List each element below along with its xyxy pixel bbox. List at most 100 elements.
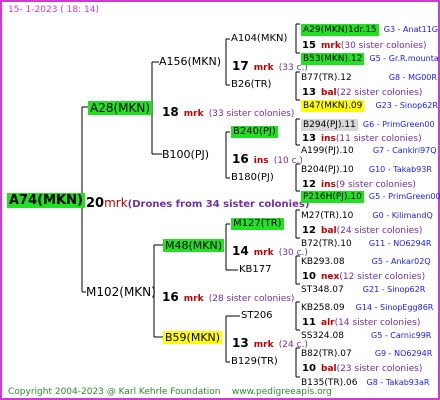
gen4-row-15: B135(TR).06 G8 - Takab93aR bbox=[301, 378, 430, 388]
gen4-queen-0[interactable]: A29(MKN)1dr.15 bbox=[301, 24, 379, 36]
gen4-gpn-4: G6 bbox=[362, 120, 375, 129]
gen4-queen-13[interactable]: SS324.08 bbox=[301, 331, 344, 341]
gen4-row-9: B72(TR).10 G11 - NO6294R bbox=[301, 239, 432, 249]
gen4-queen-14[interactable]: B82(TR).07 bbox=[301, 349, 352, 359]
gen4-row-12: KB258.09 G14 - SinopEgg86R bbox=[301, 303, 434, 313]
gen4-row-2: B77(TR).12 G8 - MG00R bbox=[301, 73, 437, 83]
gen3-queen-7[interactable]: B129(TR) bbox=[231, 357, 278, 367]
gen1-info-0: 18 mrk (33 sister colonies) bbox=[162, 103, 294, 119]
gen4-gname-15: Takab93aR bbox=[385, 378, 430, 387]
gen3-queen-2[interactable]: B240(PJ) bbox=[231, 126, 278, 138]
gen3-queen-4[interactable]: M127(TR) bbox=[231, 218, 284, 230]
gen4-gpn-5: G7 bbox=[372, 146, 385, 155]
gen1-count-1: 16 bbox=[162, 290, 179, 304]
gen1-abbr-0: mrk bbox=[183, 109, 204, 119]
gen1-note-0: (33 sister colonies) bbox=[208, 109, 295, 119]
gen4-gname-0: Anat11G bbox=[403, 25, 439, 34]
gen2-info-2: 14 mrk (30 c.) bbox=[232, 242, 308, 258]
gen1-info-1: 16 mrk (28 sister colonies) bbox=[162, 288, 294, 304]
gen2-abbr-3: mrk bbox=[253, 340, 274, 350]
gen4-gpn-8: G0 bbox=[372, 211, 384, 220]
gen4-gname-10: Ankar02Q bbox=[390, 257, 431, 266]
gen2-abbr-0: mrk bbox=[253, 63, 274, 73]
gen1-abbr-1: mrk bbox=[183, 294, 204, 304]
gen4-queen-9[interactable]: B72(TR).10 bbox=[301, 239, 352, 249]
gen4-row-0: A29(MKN)1dr.15 G3 - Anat11G bbox=[301, 24, 439, 36]
gen4-row-14: B82(TR).07 G9 - NO6294R bbox=[301, 349, 433, 359]
gen2-info-0: 17 mrk (33 c.) bbox=[232, 57, 308, 73]
gen4-gpn-0: G3 bbox=[383, 25, 396, 34]
gen4-queen-2[interactable]: B77(TR).12 bbox=[301, 73, 352, 83]
gen3-queen-5[interactable]: KB177 bbox=[239, 265, 272, 275]
gen4-gpn-13: G5 bbox=[371, 331, 383, 340]
gen2-count-1: 16 bbox=[232, 152, 249, 166]
gen4-gpn-10: G5 bbox=[371, 257, 383, 266]
gen4-gpn-15: G8 bbox=[366, 378, 378, 387]
site-link[interactable]: www.pedigreeapis.org bbox=[232, 387, 332, 397]
gen2-abbr-1: ins bbox=[253, 156, 269, 166]
gen4-queen-1[interactable]: B53(MKN).12 bbox=[301, 53, 365, 65]
gen2-count-3: 13 bbox=[232, 336, 249, 350]
gen4-gpn-14: G9 bbox=[374, 349, 387, 358]
gen4-queen-5[interactable]: A199(PJ).10 bbox=[301, 146, 354, 156]
gen2-note-1: (10 c.) bbox=[273, 156, 303, 166]
gen3-queen-6[interactable]: ST206 bbox=[241, 311, 273, 321]
gen4-row-10: KB293.08 G5 - Ankar02Q bbox=[301, 257, 431, 267]
gen4-gname-12: SinopEgg86R bbox=[380, 303, 434, 312]
gen4-queen-12[interactable]: KB258.09 bbox=[301, 303, 345, 313]
gen4-gname-14: NO6294R bbox=[394, 349, 433, 358]
gen2-queen-3[interactable]: B59(MKN) bbox=[163, 331, 223, 344]
gen2-abbr-2: mrk bbox=[253, 248, 274, 258]
gen4-gname-2: MG00R bbox=[408, 73, 437, 82]
gen4-row-6: B204(PJ).10 G10 - Takab93R bbox=[301, 165, 432, 175]
gen4-row-4: B294(PJ).11 G6 - PrimGreen00 bbox=[301, 119, 435, 131]
gen4-gname-9: NO6294R bbox=[393, 239, 432, 248]
gen4-gname-5: Cankiri97Q bbox=[392, 146, 437, 155]
gen4-queen-7[interactable]: P216H(PJ).10 bbox=[301, 191, 364, 203]
gen1-queen-1[interactable]: M102(MKN) bbox=[86, 286, 156, 298]
gen4-gname-8: KilimandQ bbox=[391, 211, 433, 220]
gen4-gname-3: Sinop62R bbox=[399, 101, 438, 110]
gen2-queen-1[interactable]: B100(PJ) bbox=[162, 149, 209, 160]
gen2-queen-0[interactable]: A156(MKN) bbox=[159, 56, 221, 67]
gen4-gname-1: Gr.R.mounta bbox=[388, 54, 439, 63]
gen4-gpn-12: G14 bbox=[355, 303, 373, 312]
gen4-queen-11[interactable]: ST348.07 bbox=[301, 285, 344, 295]
gen4-queen-3[interactable]: B47(MKN).09 bbox=[301, 100, 365, 112]
gen2-count-2: 14 bbox=[232, 244, 249, 258]
gen1-note-1: (28 sister colonies) bbox=[208, 294, 295, 304]
gen4-queen-6[interactable]: B204(PJ).10 bbox=[301, 165, 354, 175]
pedigree-chart: 15- 1-2023 ( 18: 14) A74(MKN) 20mrk(Dron… bbox=[0, 0, 440, 400]
gen4-row-5: A199(PJ).10 G7 - Cankiri97Q bbox=[301, 146, 437, 156]
gen3-queen-0[interactable]: A104(MKN) bbox=[231, 34, 287, 44]
gen4-row-7: P216H(PJ).10 G5 - PrimGreen00 bbox=[301, 191, 440, 203]
gen2-queen-2[interactable]: M48(MKN) bbox=[163, 239, 225, 252]
gen2-info-3: 13 mrk (24 c.) bbox=[232, 334, 308, 350]
report-date: 15- 1-2023 ( 18: 14) bbox=[8, 5, 99, 15]
gen4-gname-11: Sinop62R bbox=[387, 285, 426, 294]
gen4-queen-10[interactable]: KB293.08 bbox=[301, 257, 345, 267]
root-note: (Drones from 34 sister colonies) bbox=[127, 199, 310, 210]
gen4-row-13: SS324.08 G5 - Carnic99R bbox=[301, 331, 432, 341]
gen4-row-8: M27(TR).10 G0 - KilimandQ bbox=[301, 211, 433, 221]
gen4-gpn-11: G21 bbox=[362, 285, 380, 294]
gen1-queen-0[interactable]: A28(MKN) bbox=[88, 101, 153, 115]
gen4-gname-13: Carnic99R bbox=[390, 331, 432, 340]
gen4-gpn-9: G11 bbox=[368, 239, 386, 248]
copyright-text: Copyright 2004-2023 @ Karl Kehrle Founda… bbox=[8, 387, 221, 397]
gen2-info-1: 16 ins (10 c.) bbox=[232, 150, 303, 166]
gen4-row-3: B47(MKN).09 G23 - Sinop62R bbox=[301, 100, 438, 112]
gen4-gname-7: PrimGreen00 bbox=[388, 192, 440, 201]
footer: Copyright 2004-2023 @ Karl Kehrle Founda… bbox=[8, 388, 332, 397]
gen1-count-0: 18 bbox=[162, 105, 179, 119]
gen3-queen-3[interactable]: B180(PJ) bbox=[231, 173, 274, 183]
gen4-gpn-7: G5 bbox=[368, 192, 381, 201]
gen4-queen-4[interactable]: B294(PJ).11 bbox=[301, 119, 358, 131]
gen4-row-1: B53(MKN).12 G5 - Gr.R.mounta bbox=[301, 53, 439, 65]
gen4-gpn-2: G8 bbox=[388, 73, 401, 82]
gen3-queen-1[interactable]: B26(TR) bbox=[231, 80, 271, 90]
gen4-queen-8[interactable]: M27(TR).10 bbox=[301, 211, 353, 221]
gen4-gpn-1: G5 bbox=[369, 54, 381, 63]
root-queen-name[interactable]: A74(MKN) bbox=[7, 193, 85, 208]
gen4-row-11: ST348.07 G21 - Sinop62R bbox=[301, 285, 426, 295]
